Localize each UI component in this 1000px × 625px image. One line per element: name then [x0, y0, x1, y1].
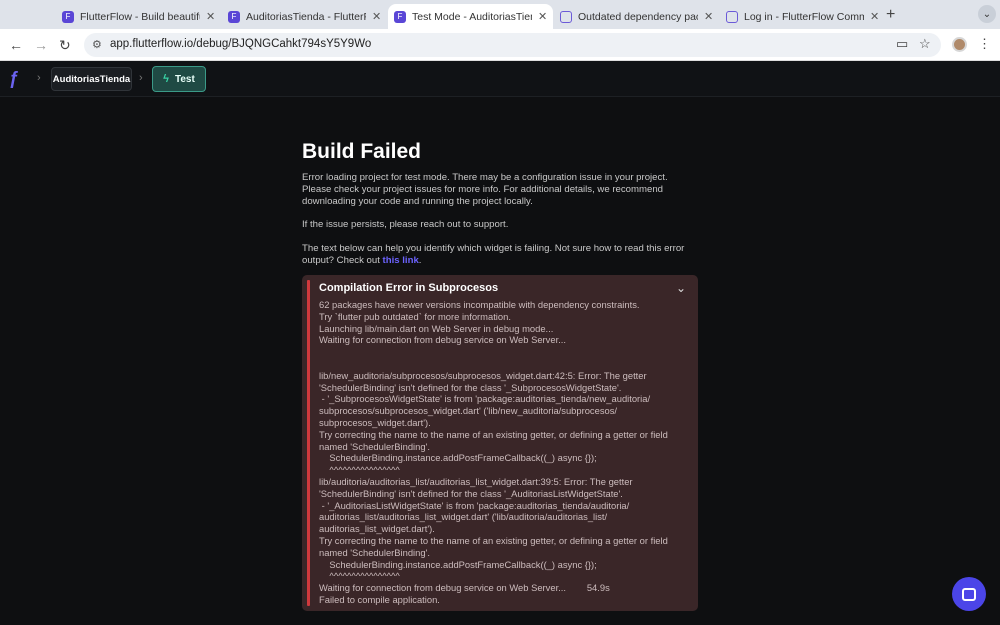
error-log: 62 packages have newer versions incompat…	[319, 299, 668, 605]
chat-icon	[962, 587, 976, 601]
tab-title: Log in - FlutterFlow Commun	[744, 10, 864, 23]
cast-icon[interactable]: ▭	[896, 36, 908, 52]
mode-label: Test	[175, 73, 195, 85]
test-mode-chip[interactable]: ϟ Test	[152, 66, 206, 92]
browser-tab[interactable]: Outdated dependency packag ✕	[554, 4, 719, 29]
avatar[interactable]	[952, 37, 967, 52]
help-link[interactable]: this link	[383, 255, 419, 266]
browser-tab-active[interactable]: F Test Mode - AuditoriasTienda ✕	[388, 4, 554, 29]
close-icon[interactable]: ✕	[372, 10, 381, 23]
flutterflow-logo-icon[interactable]: ƒ	[9, 68, 19, 89]
chevron-down-icon[interactable]: ⌄	[676, 281, 686, 295]
forward-arrow-icon[interactable]: →	[34, 37, 48, 53]
error-description: Error loading project for test mode. The…	[302, 172, 668, 207]
flutterflow-icon: F	[228, 10, 240, 23]
url-text[interactable]: app.flutterflow.io/debug/BJQNGCahkt794sY…	[110, 38, 371, 50]
close-icon[interactable]: ✕	[538, 10, 547, 23]
build-failed-panel: Build Failed Error loading project for t…	[302, 140, 698, 278]
browser-tab[interactable]: F FlutterFlow - Build beautiful, ✕	[56, 4, 221, 29]
chevron-down-icon[interactable]: ⌄	[978, 5, 996, 23]
bookmark-star-icon[interactable]: ☆	[919, 36, 931, 52]
close-icon[interactable]: ✕	[870, 10, 879, 23]
flutterflow-icon: F	[394, 10, 406, 23]
back-arrow-icon[interactable]: ←	[9, 37, 23, 53]
lightning-icon: ϟ	[163, 73, 169, 85]
browser-tab-strip: F FlutterFlow - Build beautiful, ✕ F Aud…	[0, 0, 1000, 29]
tab-title: Test Mode - AuditoriasTienda	[412, 10, 532, 23]
help-text: The text below can help you identify whi…	[302, 243, 698, 267]
error-title: Compilation Error in Subprocesos	[319, 282, 499, 294]
project-name: AuditoriasTienda	[52, 73, 131, 85]
support-note: If the issue persists, please reach out …	[302, 219, 509, 231]
app-header: ƒ › AuditoriasTienda › ϟ Test	[0, 61, 1000, 97]
community-icon	[560, 10, 572, 23]
browser-tab[interactable]: Log in - FlutterFlow Commun ✕	[720, 4, 885, 29]
community-icon	[726, 10, 738, 23]
flutterflow-icon: F	[62, 10, 74, 23]
page-title: Build Failed	[302, 140, 422, 163]
compilation-error-panel: Compilation Error in Subprocesos ⌄ 62 pa…	[302, 275, 698, 611]
reload-icon[interactable]: ↻	[59, 37, 71, 54]
close-icon[interactable]: ✕	[206, 10, 215, 23]
new-tab-icon[interactable]: +	[886, 6, 895, 24]
help-text-suffix: .	[418, 254, 422, 266]
browser-menu-icon[interactable]: ⋮	[978, 36, 991, 52]
browser-toolbar: ← → ↻ ⚙ app.flutterflow.io/debug/BJQNGCa…	[0, 29, 1000, 61]
project-name-chip[interactable]: AuditoriasTienda	[51, 67, 132, 91]
browser-tab[interactable]: F AuditoriasTienda - FlutterFlow ✕	[222, 4, 387, 29]
error-indicator-bar	[307, 280, 310, 606]
tab-title: Outdated dependency packag	[578, 10, 698, 23]
close-icon[interactable]: ✕	[704, 10, 713, 23]
tab-title: FlutterFlow - Build beautiful,	[80, 10, 200, 23]
site-settings-icon[interactable]: ⚙	[92, 38, 102, 51]
address-bar[interactable]: ⚙ app.flutterflow.io/debug/BJQNGCahkt794…	[84, 33, 941, 57]
help-text-prefix: The text below can help you identify whi…	[302, 242, 685, 266]
breadcrumb-chevron-icon: ›	[37, 72, 41, 84]
tab-title: AuditoriasTienda - FlutterFlow	[246, 10, 366, 23]
support-chat-button[interactable]	[952, 577, 986, 611]
breadcrumb-chevron-icon: ›	[139, 72, 143, 84]
